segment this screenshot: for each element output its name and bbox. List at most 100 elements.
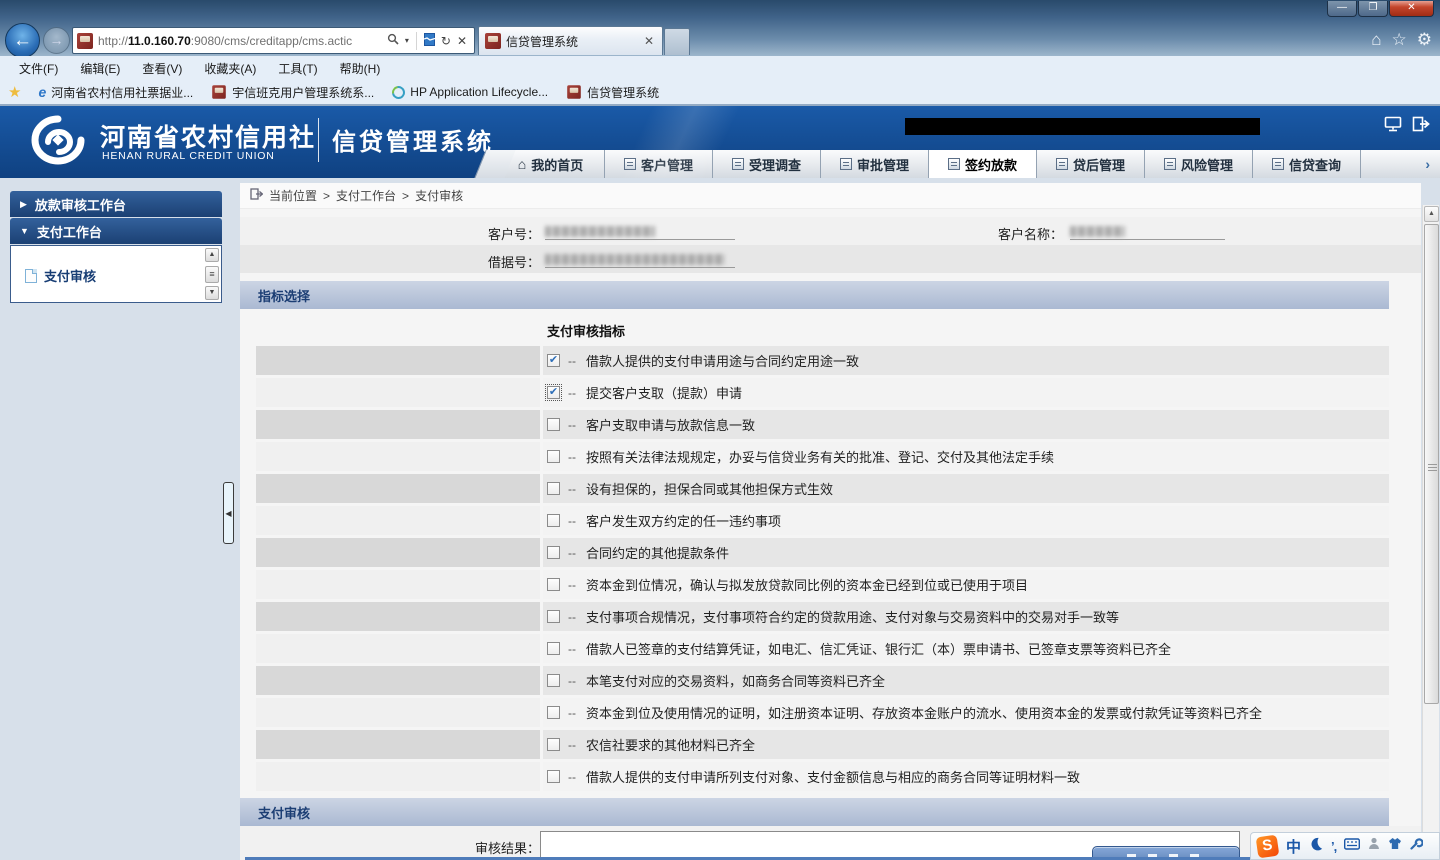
checkbox-unchecked[interactable] [547,546,560,559]
breadcrumb-separator: > [402,188,410,203]
checkbox-unchecked[interactable] [547,418,560,431]
sidebar-collapse-handle[interactable]: ◀ [223,482,234,544]
nav-overflow-arrow[interactable]: › [1360,150,1440,178]
favorite-item[interactable]: 信贷管理系统 [557,84,668,101]
checkbox-checked-focused[interactable] [545,384,562,401]
checkbox-unchecked[interactable] [547,770,560,783]
scroll-up-button[interactable]: ▲ [1424,206,1439,222]
tab-contract-disbursement[interactable]: 签约放款 [928,150,1036,178]
tab-strip-edge [474,150,516,178]
minimize-button[interactable]: — [1327,1,1357,17]
checkbox-unchecked[interactable] [547,578,560,591]
checkbox-unchecked[interactable] [547,450,560,463]
tab-customer-management[interactable]: 客户管理 [604,150,712,178]
breadcrumb-separator: > [323,188,331,203]
survey-icon [731,158,744,170]
menu-help[interactable]: 帮助(H) [329,60,392,77]
stop-icon[interactable]: ✕ [454,34,470,48]
checkbox-unchecked[interactable] [547,514,560,527]
menu-edit[interactable]: 编辑(E) [69,60,131,77]
favorites-bar: ★ e 河南省农村信用社票据业... 宇信班克用户管理系统系... HP Appl… [0,80,1440,106]
tab-acceptance-survey[interactable]: 受理调查 [712,150,820,178]
app-header: 河南省农村信用社 HENAN RURAL CREDIT UNION 信贷管理系统… [0,106,1440,178]
ime-punctuation-icon[interactable]: ’, [1331,839,1337,854]
ime-chinese-mode[interactable]: 中 [1286,836,1301,857]
search-icon[interactable] [384,33,402,48]
tab-credit-query[interactable]: 信贷查询 [1252,150,1360,178]
ime-keyboard-icon[interactable] [1344,837,1361,855]
checkbox-unchecked[interactable] [547,610,560,623]
scroll-thumb[interactable] [1424,224,1439,704]
tab-risk-management[interactable]: 风险管理 [1144,150,1252,178]
site-favicon [567,85,581,99]
ime-person-icon[interactable] [1368,837,1380,855]
customer-name-value [1070,223,1225,240]
indicator-row: -- 客户支取申请与放款信息一致 [256,410,1389,439]
scroll-up-button[interactable]: ▲ [205,248,219,262]
url-text[interactable]: http://11.0.160.70:9080/cms/creditapp/cm… [98,34,384,48]
form-row: 客户号： 客户名称： [240,217,1421,245]
menu-favorites[interactable]: 收藏夹(A) [193,60,267,77]
sidebar-group-payment-workbench[interactable]: ▼ 支付工作台 [10,218,222,244]
close-button[interactable]: ✕ [1389,1,1434,17]
home-icon: ⌂ [517,156,527,172]
menu-tools[interactable]: 工具(T) [267,60,328,77]
favorite-item[interactable]: e 河南省农村信用社票据业... [29,84,202,101]
sidebar-item-payment-review[interactable]: 支付审核 [11,246,221,285]
ime-wrench-icon[interactable] [1410,837,1424,855]
checkbox-unchecked[interactable] [547,482,560,495]
tab-close-icon[interactable]: ✕ [642,34,656,48]
favorite-item[interactable]: 宇信班克用户管理系统系... [202,84,383,101]
ime-skin-icon[interactable] [1388,837,1402,855]
page-scrollbar[interactable]: ▲ ▼ [1422,205,1439,860]
sidebar: ▶ 放款审核工作台 ▼ 支付工作台 支付审核 ▲ ≡ ▼ [10,191,222,303]
forward-button[interactable]: → [43,27,70,54]
indicator-row: -- 支付事项合规情况，支付事项符合约定的贷款用途、支付对象与交易资料中的交易对手… [256,602,1389,631]
scroll-down-button[interactable]: ▼ [205,286,219,300]
indicator-row: -- 合同约定的其他提款条件 [256,538,1389,567]
home-icon[interactable]: ⌂ [1371,28,1381,52]
tab-my-home[interactable]: ⌂ 我的首页 [496,150,604,178]
indicator-label: 客户发生双方约定的任一违约事项 [586,514,782,529]
checkbox-checked[interactable] [547,354,560,367]
ime-moon-icon[interactable] [1309,837,1323,856]
sidebar-group-loan-review-workbench[interactable]: ▶ 放款审核工作台 [10,191,222,217]
indicator-row: -- 设有担保的，担保合同或其他担保方式生效 [256,474,1389,503]
tab-approval-management[interactable]: 审批管理 [820,150,928,178]
search-dropdown-caret[interactable]: ▾ [402,36,412,45]
indicator-label: 资本金到位及使用情况的证明，如注册资本证明、存放资本金账户的流水、使用资本金的发… [586,706,1263,721]
checkbox-unchecked[interactable] [547,706,560,719]
indicator-label: 农信社要求的其他材料已齐全 [586,738,756,753]
checkbox-unchecked[interactable] [547,738,560,751]
ie-icon: e [38,84,47,100]
indicator-label: 借款人提供的支付申请用途与合同约定用途一致 [586,354,860,369]
indicator-row: -- 借款人提供的支付申请所列支付对象、支付金额信息与相应的商务合同等证明材料一致 [256,762,1389,791]
settings-gear-icon[interactable]: ⚙ [1417,28,1432,52]
address-bar[interactable]: http://11.0.160.70:9080/cms/creditapp/cm… [72,27,475,54]
menu-view[interactable]: 查看(V) [131,60,193,77]
new-tab-stub[interactable] [664,28,690,55]
indicator-row: -- 本笔支付对应的交易资料，如商务合同等资料已齐全 [256,666,1389,695]
indicator-label: 借款人提供的支付申请所列支付对象、支付金额信息与相应的商务合同等证明材料一致 [586,770,1081,785]
indicator-row: -- 客户发生双方约定的任一违约事项 [256,506,1389,535]
scroll-thumb[interactable]: ≡ [205,266,219,283]
monitor-icon[interactable] [1384,116,1402,137]
menu-file[interactable]: 文件(F) [8,60,69,77]
compatibility-view-icon[interactable] [421,32,438,49]
checkbox-unchecked[interactable] [547,642,560,655]
redacted-value [1070,226,1125,237]
add-favorite-star-icon[interactable]: ★ [8,83,21,101]
tab-title: 信贷管理系统 [506,34,579,49]
refresh-icon[interactable]: ↻ [438,34,454,48]
logout-icon[interactable] [1412,116,1430,137]
back-button[interactable]: ← [5,23,40,58]
browser-tab[interactable]: 信贷管理系统 ✕ [478,26,663,55]
sogou-logo[interactable]: S [1255,834,1280,858]
checkbox-unchecked[interactable] [547,674,560,687]
maximize-button[interactable]: ❐ [1358,1,1388,17]
indicator-label: 客户支取申请与放款信息一致 [586,418,756,433]
favorite-item[interactable]: HP Application Lifecycle... [383,82,557,102]
indicator-row: -- 借款人已签章的支付结算凭证，如电汇、信汇凭证、银行汇（本）票申请书、已签章支… [256,634,1389,663]
favorites-star-icon[interactable]: ☆ [1392,28,1407,52]
tab-post-loan-management[interactable]: 贷后管理 [1036,150,1144,178]
